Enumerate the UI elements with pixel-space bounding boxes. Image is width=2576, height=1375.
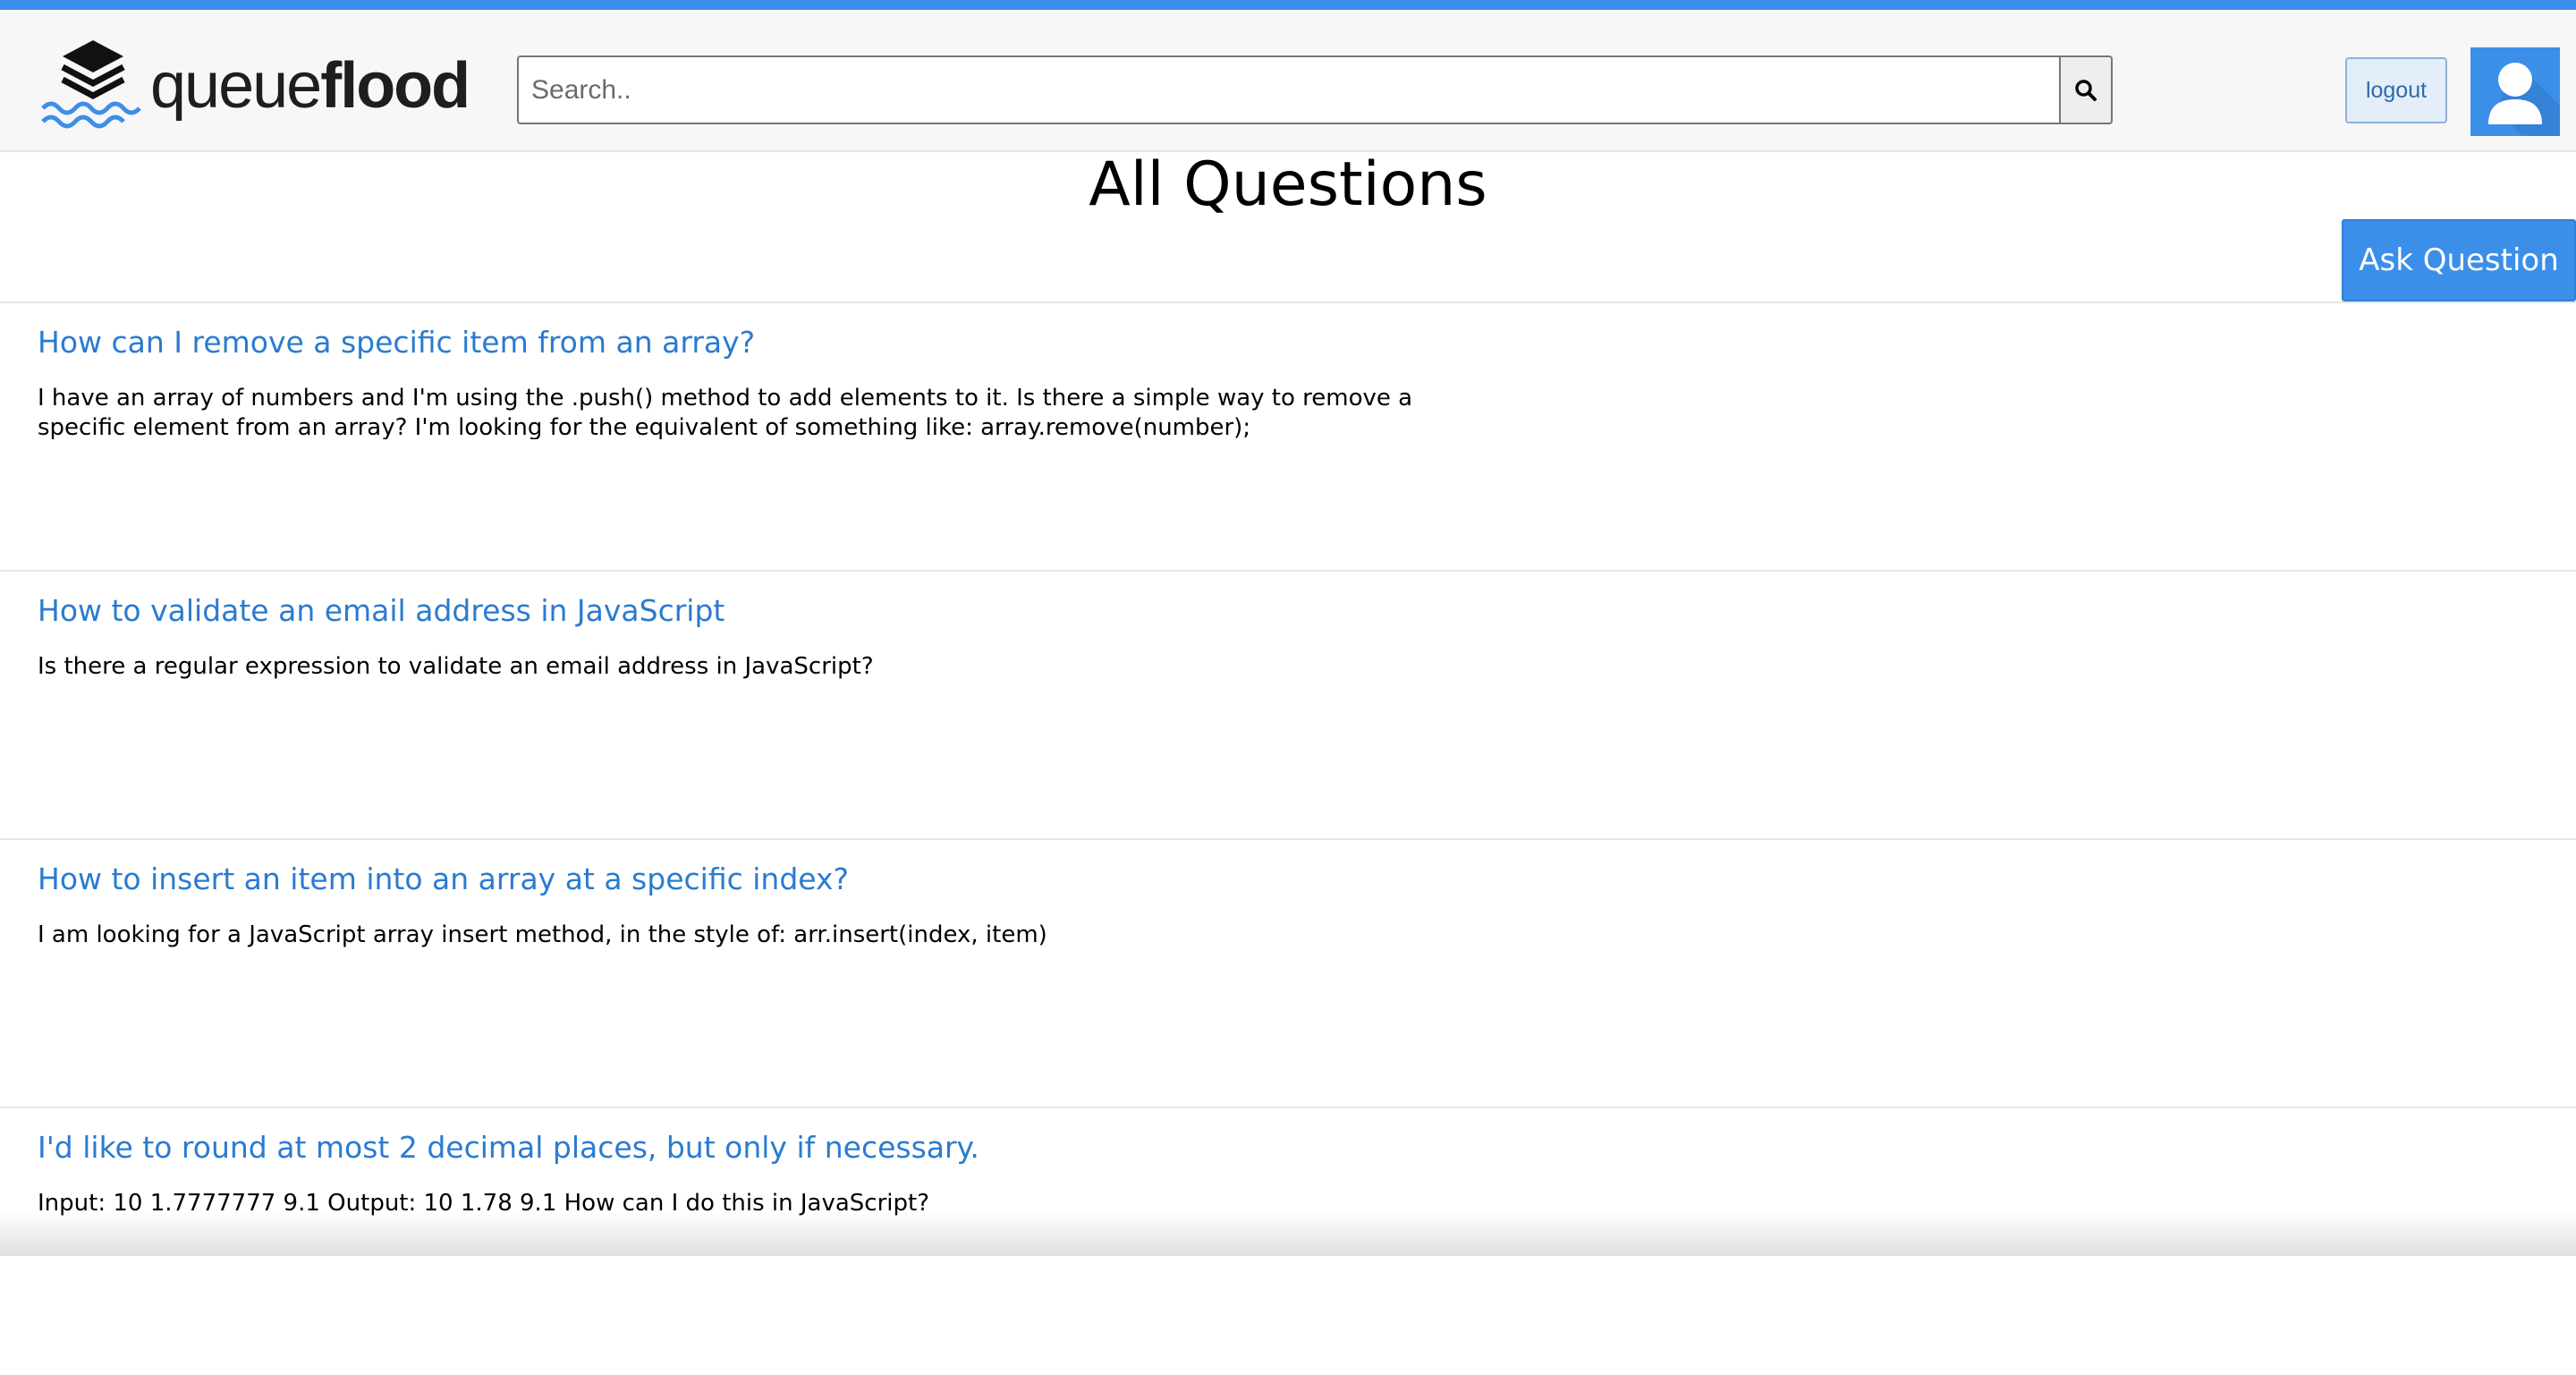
brand-name: queueflood [150,49,470,123]
question-card: How to insert an item into an array at a… [0,838,2576,1107]
ask-question-button[interactable]: Ask Question [2342,219,2576,301]
question-card: How can I remove a specific item from an… [0,301,2576,570]
question-title-link[interactable]: How to validate an email address in Java… [38,593,724,628]
question-body: Is there a regular expression to validat… [38,653,874,680]
question-body: I have an array of numbers and I'm using… [38,385,1413,439]
question-title-link[interactable]: How to insert an item into an array at a… [38,861,849,896]
search-button[interactable] [2061,55,2113,124]
top-accent-bar [0,0,2576,10]
question-list: How can I remove a specific item from an… [0,301,2576,1375]
user-avatar-icon [2488,61,2560,136]
question-title-link[interactable]: How can I remove a specific item from an… [38,325,755,360]
page-title: All Questions [1089,149,1487,220]
question-body: Input: 10 1.7777777 9.1 Output: 10 1.78 … [38,1190,930,1217]
question-body: I am looking for a JavaScript array inse… [38,921,1047,948]
question-card: I'd like to round at most 2 decimal plac… [0,1107,2576,1375]
brand-name-bold: flood [320,50,470,122]
stacked-layers-waves-icon [41,40,141,129]
search-input[interactable] [517,55,2061,124]
user-avatar[interactable] [2470,47,2560,136]
brand-logo[interactable]: queueflood [39,37,470,144]
search-icon [2075,79,2097,101]
logout-button[interactable]: logout [2345,57,2447,123]
brand-name-light: queue [150,50,322,122]
search-bar [517,55,2113,124]
question-title-link[interactable]: I'd like to round at most 2 decimal plac… [38,1130,979,1165]
navbar: queueflood logout [0,10,2576,152]
question-card: How to validate an email address in Java… [0,570,2576,838]
